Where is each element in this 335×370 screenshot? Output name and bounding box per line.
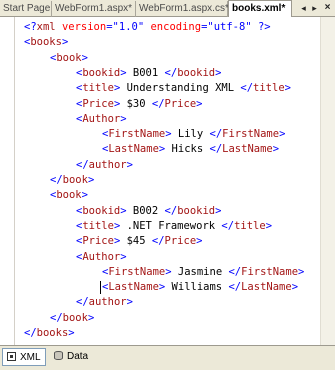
code-line[interactable]: <LastName> Hicks </LastName> xyxy=(102,142,279,156)
xml-view-label: XML xyxy=(20,352,41,363)
view-switcher: XML Data xyxy=(0,345,335,370)
code-line[interactable]: </author> xyxy=(76,158,133,172)
code-line[interactable]: <title> .NET Framework </title> xyxy=(76,219,272,233)
code-line[interactable]: <book> xyxy=(50,188,88,202)
code-line[interactable]: <Author> xyxy=(76,112,127,126)
code-line[interactable]: </book> xyxy=(50,173,94,187)
code-line[interactable]: <FirstName> Lily </FirstName> xyxy=(102,127,285,141)
code-line[interactable]: <LastName> Williams </LastName> xyxy=(100,280,298,295)
tab-books-xml[interactable]: books.xml* xyxy=(228,0,292,17)
xml-view-tab[interactable]: XML xyxy=(2,348,46,366)
editor-gutter xyxy=(14,17,15,345)
xml-view-icon xyxy=(7,352,16,361)
code-line[interactable]: </books> xyxy=(24,326,75,340)
code-line[interactable]: <FirstName> Jasmine </FirstName> xyxy=(102,265,304,279)
code-line[interactable]: <title> Understanding XML </title> xyxy=(76,81,291,95)
code-line[interactable]: <bookid> B002 </bookid> xyxy=(76,204,221,218)
tab-start-page[interactable]: Start Page xyxy=(0,1,52,17)
data-view-icon xyxy=(54,351,63,360)
code-line[interactable]: <Author> xyxy=(76,250,127,264)
text-caret xyxy=(100,281,101,295)
code-line[interactable]: <?xml version="1.0" encoding="utf-8" ?> xyxy=(24,20,271,34)
scroll-tabs-right-icon[interactable]: ▸ xyxy=(309,2,320,14)
tab-webform1-aspx[interactable]: WebForm1.aspx* xyxy=(52,1,136,17)
data-view-label: Data xyxy=(67,351,89,362)
code-line[interactable]: </author> xyxy=(76,295,133,309)
document-tab-strip: Start Page WebForm1.aspx* WebForm1.aspx.… xyxy=(0,0,335,17)
code-line[interactable]: <Price> $45 </Price> xyxy=(76,234,202,248)
scroll-tabs-left-icon[interactable]: ◂ xyxy=(298,2,309,14)
code-line[interactable]: <books> xyxy=(24,35,68,49)
xml-editor[interactable]: <?xml version="1.0" encoding="utf-8" ?> <… xyxy=(0,17,335,345)
tab-webform1-aspx-cs[interactable]: WebForm1.aspx.cs* xyxy=(136,1,229,17)
code-line[interactable]: </book> xyxy=(50,311,94,325)
data-view-tab[interactable]: Data xyxy=(50,348,94,366)
close-document-icon[interactable]: × xyxy=(322,2,333,14)
code-line[interactable]: <book> xyxy=(50,51,88,65)
vertical-scrollbar[interactable] xyxy=(320,17,335,345)
code-line[interactable]: <Price> $30 </Price> xyxy=(76,97,202,111)
code-line[interactable]: <bookid> B001 </bookid> xyxy=(76,66,221,80)
